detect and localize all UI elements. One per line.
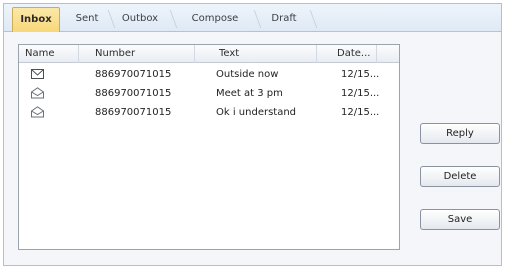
message-text: Ok i understand [216, 107, 297, 118]
message-row[interactable]: 886970071015 Ok i understand 12/15... [19, 103, 399, 122]
unread-envelope-icon [31, 68, 44, 80]
message-date: 12/15... [341, 88, 380, 99]
tab-outbox[interactable]: Outbox [114, 7, 166, 32]
save-button[interactable]: Save [420, 209, 500, 230]
message-number: 886970071015 [95, 107, 172, 118]
message-row[interactable]: 886970071015 Meet at 3 pm 12/15... [19, 84, 399, 103]
sms-manager-window: Inbox Sent Outbox Compose Draft Name Num… [3, 3, 502, 266]
column-header-text[interactable]: Text [195, 45, 317, 63]
message-number: 886970071015 [95, 69, 172, 80]
message-date: 12/15... [341, 69, 380, 80]
reply-button[interactable]: Reply [420, 123, 500, 144]
read-envelope-icon [31, 87, 44, 99]
message-number: 886970071015 [95, 88, 172, 99]
message-row[interactable]: 886970071015 Outside now 12/15... [19, 65, 399, 84]
tab-draft[interactable]: Draft [262, 7, 306, 32]
tab-sent[interactable]: Sent [70, 7, 104, 32]
column-header-date[interactable]: Date... [317, 45, 377, 63]
tab-compose[interactable]: Compose [180, 7, 250, 32]
message-list[interactable]: Name Number Text Date... 886970071015 Ou… [18, 44, 400, 250]
message-date: 12/15... [341, 107, 380, 118]
tab-inbox[interactable]: Inbox [12, 7, 60, 32]
tab-bar: Inbox Sent Outbox Compose Draft [4, 4, 501, 32]
inbox-panel: Name Number Text Date... 886970071015 Ou… [4, 32, 501, 265]
message-list-header: Name Number Text Date... [19, 45, 399, 63]
column-header-number[interactable]: Number [79, 45, 195, 63]
message-text: Outside now [216, 69, 279, 80]
message-text: Meet at 3 pm [216, 88, 283, 99]
column-header-name[interactable]: Name [19, 45, 79, 63]
read-envelope-icon [31, 106, 44, 118]
delete-button[interactable]: Delete [420, 166, 500, 187]
